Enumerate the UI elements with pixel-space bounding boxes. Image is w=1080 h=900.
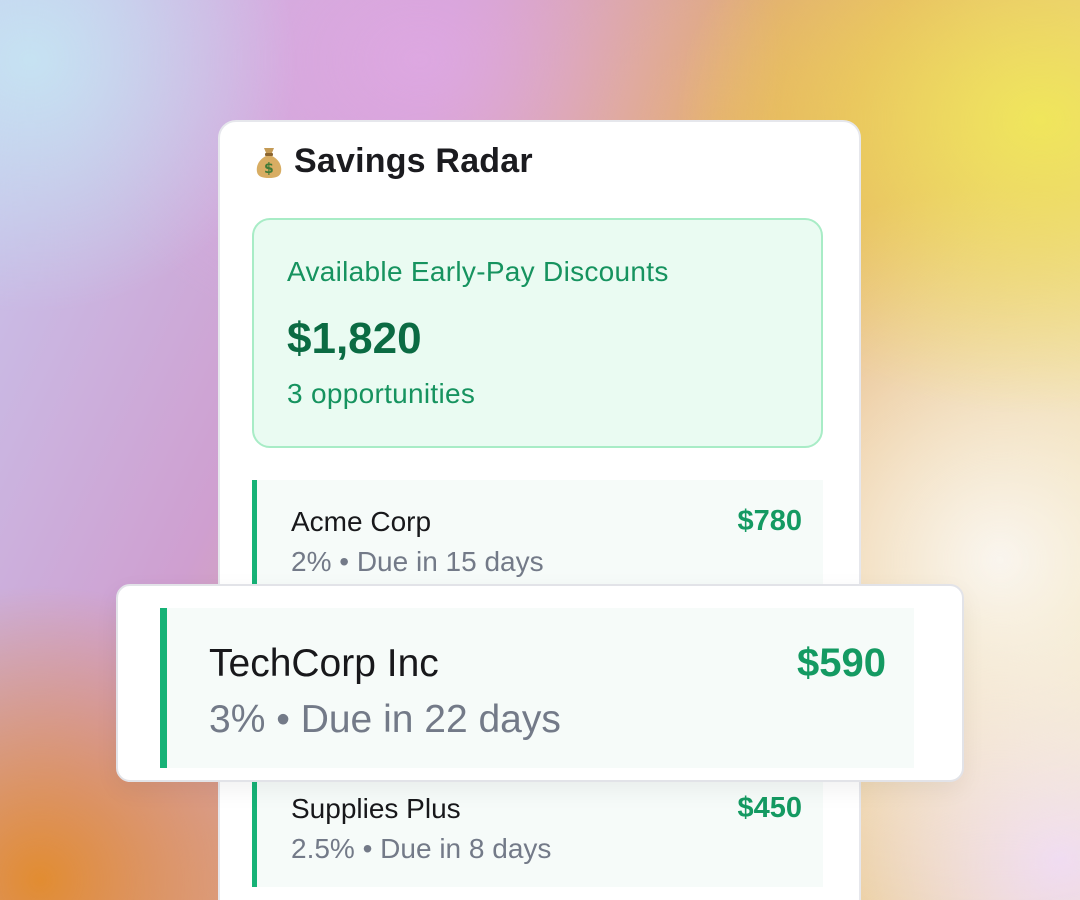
discount-amount: $590 bbox=[797, 641, 886, 685]
vendor-name: TechCorp Inc bbox=[209, 642, 439, 685]
vendor-name: Acme Corp bbox=[291, 506, 432, 537]
vendor-name: Supplies Plus bbox=[291, 793, 461, 824]
discount-amount: $780 bbox=[737, 505, 802, 537]
card-header: $ Savings Radar bbox=[254, 142, 533, 181]
svg-text:$: $ bbox=[264, 161, 274, 177]
summary-total-amount: $1,820 bbox=[287, 314, 422, 363]
discount-terms: 2% • Due in 15 days bbox=[291, 546, 544, 577]
discount-summary-panel: Available Early-Pay Discounts $1,820 3 o… bbox=[252, 218, 823, 448]
discount-amount: $450 bbox=[737, 792, 802, 824]
money-bag-icon: $ bbox=[254, 145, 284, 179]
summary-opportunity-count: 3 opportunities bbox=[287, 378, 476, 409]
highlighted-opportunity-popup[interactable]: TechCorp Inc 3% • Due in 22 days $590 bbox=[116, 584, 964, 782]
discount-terms: 3% • Due in 22 days bbox=[209, 698, 561, 741]
discount-terms: 2.5% • Due in 8 days bbox=[291, 833, 552, 864]
card-title: Savings Radar bbox=[294, 142, 533, 180]
savings-radar-card: $ Savings Radar Available Early-Pay Disc… bbox=[218, 120, 861, 900]
opportunity-row-supplies-plus[interactable]: Supplies Plus 2.5% • Due in 8 days $450 bbox=[252, 767, 823, 887]
opportunity-row-acme[interactable]: Acme Corp 2% • Due in 15 days $780 bbox=[252, 480, 823, 600]
summary-label: Available Early-Pay Discounts bbox=[287, 256, 669, 287]
opportunity-row-techcorp[interactable]: TechCorp Inc 3% • Due in 22 days $590 bbox=[160, 608, 914, 768]
